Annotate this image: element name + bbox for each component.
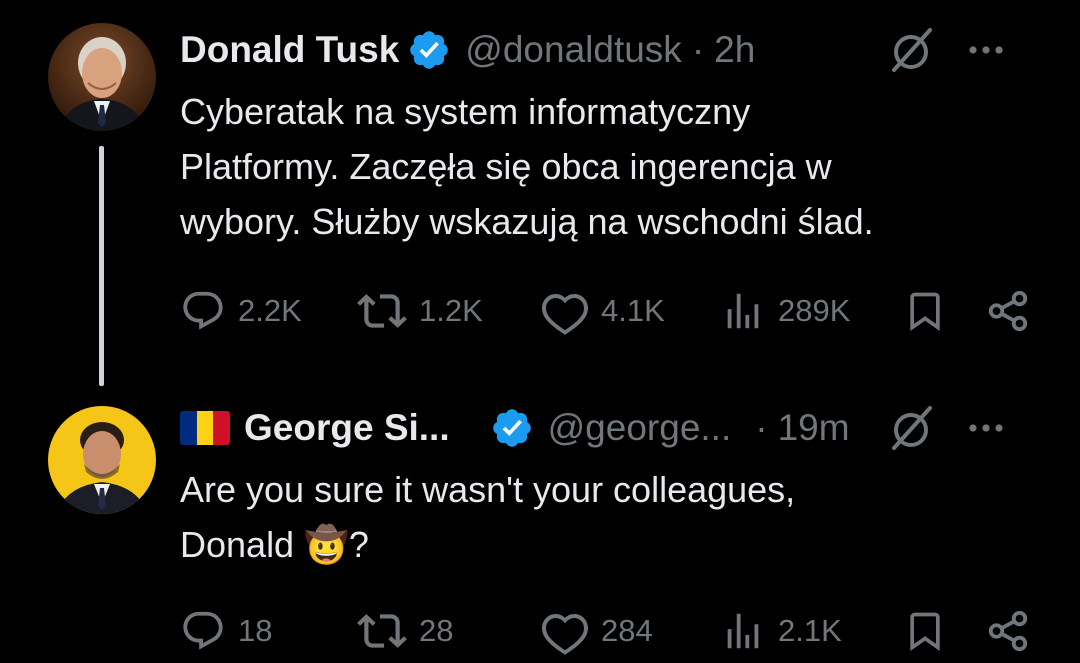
reply-count: 18 bbox=[238, 613, 273, 648]
reply-button[interactable]: 18 bbox=[180, 601, 272, 661]
views-count: 289K bbox=[778, 293, 851, 328]
like-count: 284 bbox=[601, 613, 653, 648]
retweet-count: 1.2K bbox=[419, 293, 483, 328]
retweet-count: 28 bbox=[419, 613, 454, 648]
views-icon bbox=[727, 293, 759, 329]
retweet-button[interactable]: 1.2K bbox=[357, 281, 483, 341]
verified-badge-icon[interactable] bbox=[407, 28, 451, 72]
more-icon[interactable] bbox=[964, 406, 1008, 450]
reply-button[interactable]: 2.2K bbox=[180, 281, 302, 341]
views-count: 2.1K bbox=[778, 613, 842, 648]
heart-icon bbox=[542, 293, 588, 335]
separator-dot: · bbox=[755, 407, 768, 448]
retweet-icon bbox=[357, 294, 407, 328]
action-bar: 18 28 284 2.1K bbox=[0, 601, 1080, 661]
thread-connector-line bbox=[99, 146, 104, 386]
timestamp[interactable]: 19m bbox=[778, 407, 850, 449]
reply-icon bbox=[183, 291, 223, 330]
display-name[interactable]: George Si... bbox=[244, 407, 450, 449]
share-button[interactable] bbox=[985, 601, 1031, 661]
share-icon bbox=[988, 610, 1028, 652]
bookmark-button[interactable] bbox=[903, 281, 947, 341]
grok-icon[interactable] bbox=[886, 402, 938, 454]
handle[interactable]: @george... bbox=[548, 407, 732, 449]
views-button[interactable]: 2.1K bbox=[720, 601, 842, 661]
tweet[interactable]: Donald Tusk @donaldtusk · 2h Cyberatak n… bbox=[0, 0, 1080, 395]
timestamp[interactable]: 2h bbox=[714, 29, 755, 71]
bookmark-icon bbox=[910, 292, 940, 332]
tweet[interactable]: George Si... @george... · 19m Are you su… bbox=[0, 395, 1080, 663]
reply-icon bbox=[183, 611, 223, 650]
retweet-icon bbox=[357, 614, 407, 648]
avatar[interactable] bbox=[48, 406, 156, 514]
avatar-portrait-icon bbox=[48, 406, 156, 514]
verified-badge-icon[interactable] bbox=[490, 406, 534, 450]
display-name[interactable]: Donald Tusk bbox=[180, 29, 399, 71]
romania-flag-emoji bbox=[180, 411, 230, 445]
share-button[interactable] bbox=[985, 281, 1031, 341]
handle[interactable]: @donaldtusk bbox=[465, 29, 682, 71]
retweet-button[interactable]: 28 bbox=[357, 601, 453, 661]
share-icon bbox=[988, 290, 1028, 332]
bookmark-button[interactable] bbox=[903, 601, 947, 661]
heart-icon bbox=[542, 613, 588, 655]
bookmark-icon bbox=[910, 612, 940, 652]
reply-count: 2.2K bbox=[238, 293, 302, 328]
separator-dot: · bbox=[691, 29, 705, 70]
views-button[interactable]: 289K bbox=[720, 281, 850, 341]
avatar[interactable] bbox=[48, 23, 156, 131]
tweet-header: Donald Tusk @donaldtusk · 2h bbox=[180, 20, 1060, 80]
action-bar: 2.2K 1.2K 4.1K 289K bbox=[0, 281, 1080, 341]
views-icon bbox=[727, 613, 759, 649]
avatar-portrait-icon bbox=[48, 23, 156, 131]
tweet-text: Cyberatak na system informatyczny Platfo… bbox=[180, 91, 874, 242]
like-button[interactable]: 4.1K bbox=[541, 281, 665, 341]
tweet-text: Are you sure it wasn't your colleagues, … bbox=[180, 469, 796, 565]
tweet-header: George Si... @george... · 19m bbox=[180, 398, 1060, 458]
like-button[interactable]: 284 bbox=[541, 601, 653, 661]
like-count: 4.1K bbox=[601, 293, 665, 328]
more-icon[interactable] bbox=[964, 28, 1008, 72]
grok-icon[interactable] bbox=[886, 24, 938, 76]
